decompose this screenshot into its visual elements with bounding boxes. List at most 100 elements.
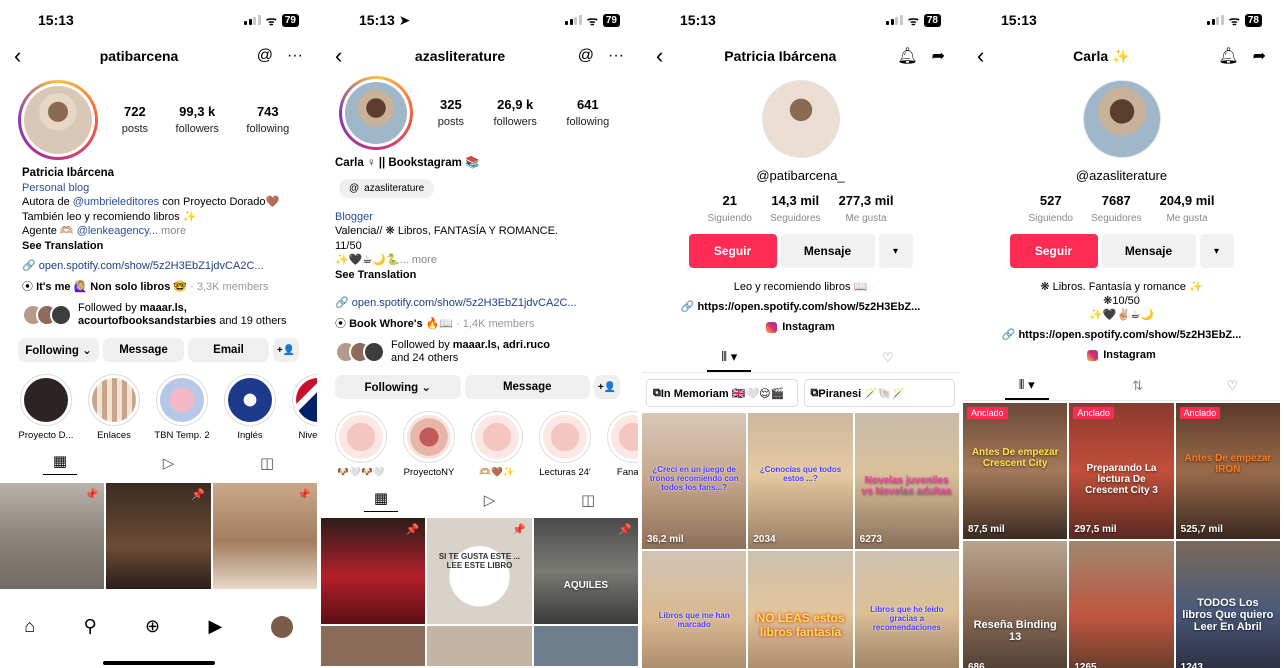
see-translation-link[interactable]: See Translation <box>22 239 295 254</box>
video-thumbnail[interactable]: ¿Conocías que todos estos ...? 2034 <box>748 413 853 549</box>
stat-followers[interactable]: 26,9 k followers <box>494 97 537 130</box>
channel-row[interactable]: ⦿ It's me 🙋🏼‍♀️ Non solo libros 🤓 · 3,3K… <box>0 272 317 294</box>
mention-link[interactable]: @lenkeagency... <box>77 225 158 237</box>
following-button[interactable]: Following ⌄ <box>18 338 99 362</box>
profile-link[interactable]: 🔗 open.spotify.com/show/5z2H3EbZ1jdvCA2C… <box>321 290 638 309</box>
post-thumbnail[interactable] <box>533 626 638 666</box>
back-icon[interactable]: ‹ <box>977 45 984 67</box>
highlight-item[interactable]: ProyectoNY <box>401 411 457 478</box>
post-thumbnail[interactable]: 📌 <box>106 483 211 589</box>
post-thumbnail[interactable]: 📌 <box>0 483 105 589</box>
video-thumbnail[interactable]: Reseña Binding 13 686 <box>963 541 1068 668</box>
video-thumbnail[interactable]: Anclado Antes De empezar Crescent City 87,… <box>963 403 1068 539</box>
video-thumbnail[interactable]: Anclado Antes De empezar IRON 525,7 mil <box>1175 403 1280 539</box>
message-button[interactable]: Mensaje <box>1101 234 1196 268</box>
avatar[interactable] <box>1082 80 1161 158</box>
post-thumbnail[interactable]: 📌 SI TE GUSTA ESTE ... LEE ESTE LIBRO <box>427 518 532 624</box>
highlight-item[interactable]: Fanarts <box>605 411 638 478</box>
bell-icon[interactable]: 🔔︎ <box>897 46 917 66</box>
bell-icon[interactable]: 🔔︎ <box>1218 46 1238 66</box>
mention-link[interactable]: @umbrieleditores <box>73 196 159 208</box>
highlight-item[interactable]: 🫶🏼🤎✨ <box>469 411 525 478</box>
highlight-item[interactable]: Enlaces <box>86 374 142 441</box>
threads-icon[interactable]: @ <box>578 47 594 65</box>
post-thumbnail[interactable]: 📌 <box>212 483 317 589</box>
video-thumbnail[interactable]: 1265 <box>1069 541 1174 668</box>
back-icon[interactable]: ‹ <box>14 45 21 67</box>
grid-tab-icon[interactable]: ▦ <box>363 489 399 512</box>
avatar[interactable] <box>339 76 413 150</box>
profile-link[interactable]: 🔗 open.spotify.com/show/5z2H3EbZ1jdvCA2C… <box>0 253 317 272</box>
message-button[interactable]: Message <box>464 375 590 399</box>
back-icon[interactable]: ‹ <box>335 45 342 67</box>
channel-row[interactable]: ⦿ Book Whore's 🔥📖 · 1,4K members <box>321 309 638 331</box>
video-thumbnail[interactable]: Anclado Preparando La lectura De Crescent… <box>1069 403 1174 539</box>
followed-by[interactable]: Followed by maaar.ls, adri.ruco and 24 ot… <box>321 331 638 365</box>
stat-following[interactable]: 743 following <box>246 104 289 137</box>
stat-following[interactable]: 641 following <box>566 97 609 130</box>
message-button[interactable]: Mensaje <box>780 234 875 268</box>
more-link[interactable]: ... more <box>400 254 437 266</box>
grid-tab-icon[interactable]: ▦ <box>42 452 78 475</box>
playlist-chip[interactable]: ⧉ In Memoriam 🇬🇧🤍😌🎬 <box>646 379 798 407</box>
email-button[interactable]: Email <box>188 338 269 362</box>
playlist-chip[interactable]: ⧉ Piranesi 🪄🐚🪄 <box>803 379 955 407</box>
suggested-accounts-button[interactable]: ▾ <box>878 234 913 268</box>
post-thumbnail[interactable]: 📌 AQUILES <box>533 518 638 624</box>
follow-button[interactable]: Seguir <box>1009 234 1098 268</box>
highlight-item[interactable]: Nivel de i <box>290 374 317 441</box>
instagram-link[interactable]: Instagram <box>963 349 1280 361</box>
tagged-tab-icon[interactable]: ◫ <box>581 491 595 509</box>
post-thumbnail[interactable]: 📌 <box>321 518 426 624</box>
more-options-icon[interactable]: ··· <box>287 47 303 65</box>
video-thumbnail[interactable]: Novelas juveniles vs Novelas adultas 6273 <box>854 413 959 549</box>
liked-tab-icon[interactable]: ♡ <box>882 350 894 366</box>
more-options-icon[interactable]: ··· <box>608 47 624 65</box>
post-thumbnail[interactable] <box>321 626 426 666</box>
reels-tab-icon[interactable]: ▷ <box>163 454 175 472</box>
back-icon[interactable]: ‹ <box>656 45 663 67</box>
add-user-button[interactable]: +👤 <box>273 338 299 362</box>
video-thumbnail[interactable]: ¿Crecí en un juego de tronos recomiendo … <box>642 413 747 549</box>
post-thumbnail[interactable] <box>427 626 532 666</box>
avatar[interactable] <box>761 80 840 158</box>
highlight-item[interactable]: Inglés <box>222 374 278 441</box>
threads-badge[interactable]: @ azasliterature <box>339 178 435 198</box>
add-user-button[interactable]: +👤 <box>594 375 620 399</box>
profile-link[interactable]: 🔗 https://open.spotify.com/show/5z2H3EbZ… <box>642 300 959 313</box>
stat-following[interactable]: 21 Siguiendo <box>707 193 751 226</box>
stat-followers[interactable]: 14,3 mil Seguidores <box>770 193 821 226</box>
follow-button[interactable]: Seguir <box>688 234 777 268</box>
more-link[interactable]: more <box>158 225 186 237</box>
video-thumbnail[interactable]: NO LEAS estos libros fantasía <box>748 551 853 668</box>
highlight-item[interactable]: Lecturas 24' <box>537 411 593 478</box>
message-button[interactable]: Message <box>103 338 184 362</box>
share-icon[interactable]: ➦ <box>1253 46 1266 66</box>
home-icon[interactable]: ⌂ <box>24 616 35 668</box>
video-thumbnail[interactable]: TODOS Los libros Que quiero Leer En Abri… <box>1175 541 1280 668</box>
video-thumbnail[interactable]: Libros que me han marcado <box>642 551 747 668</box>
stat-followers[interactable]: 7687 Seguidores <box>1091 193 1142 226</box>
stat-following[interactable]: 527 Siguiendo <box>1028 193 1072 226</box>
following-button[interactable]: Following ⌄ <box>335 375 461 399</box>
videos-tab-icon[interactable]: ⦀ ▾ <box>1004 377 1049 400</box>
profile-link[interactable]: 🔗 https://open.spotify.com/show/5z2H3EbZ… <box>963 328 1280 341</box>
highlight-item[interactable]: 🐶🤍🐶🤍 <box>333 411 389 478</box>
share-icon[interactable]: ➦ <box>932 46 945 66</box>
video-thumbnail[interactable]: Libros que he leído gracias a recomendac… <box>854 551 959 668</box>
tagged-tab-icon[interactable]: ◫ <box>260 454 274 472</box>
liked-tab-icon[interactable]: ♡ <box>1227 378 1239 394</box>
followed-by[interactable]: Followed by maaar.ls, acourtofbooksandst… <box>0 294 317 328</box>
reposts-tab-icon[interactable]: ⇅ <box>1132 378 1143 394</box>
profile-tab-avatar[interactable] <box>270 616 293 638</box>
see-translation-link[interactable]: See Translation <box>335 268 616 283</box>
stat-posts[interactable]: 722 posts <box>122 104 148 137</box>
stat-followers[interactable]: 99,3 k followers <box>176 104 219 137</box>
search-icon[interactable]: ⚲ <box>83 616 96 668</box>
threads-icon[interactable]: @ <box>257 47 273 65</box>
avatar[interactable] <box>18 80 98 160</box>
suggested-accounts-button[interactable]: ▾ <box>1199 234 1234 268</box>
highlight-item[interactable]: TBN Temp. 2 <box>154 374 210 441</box>
instagram-link[interactable]: Instagram <box>642 321 959 333</box>
highlight-item[interactable]: Proyecto D... <box>18 374 74 441</box>
